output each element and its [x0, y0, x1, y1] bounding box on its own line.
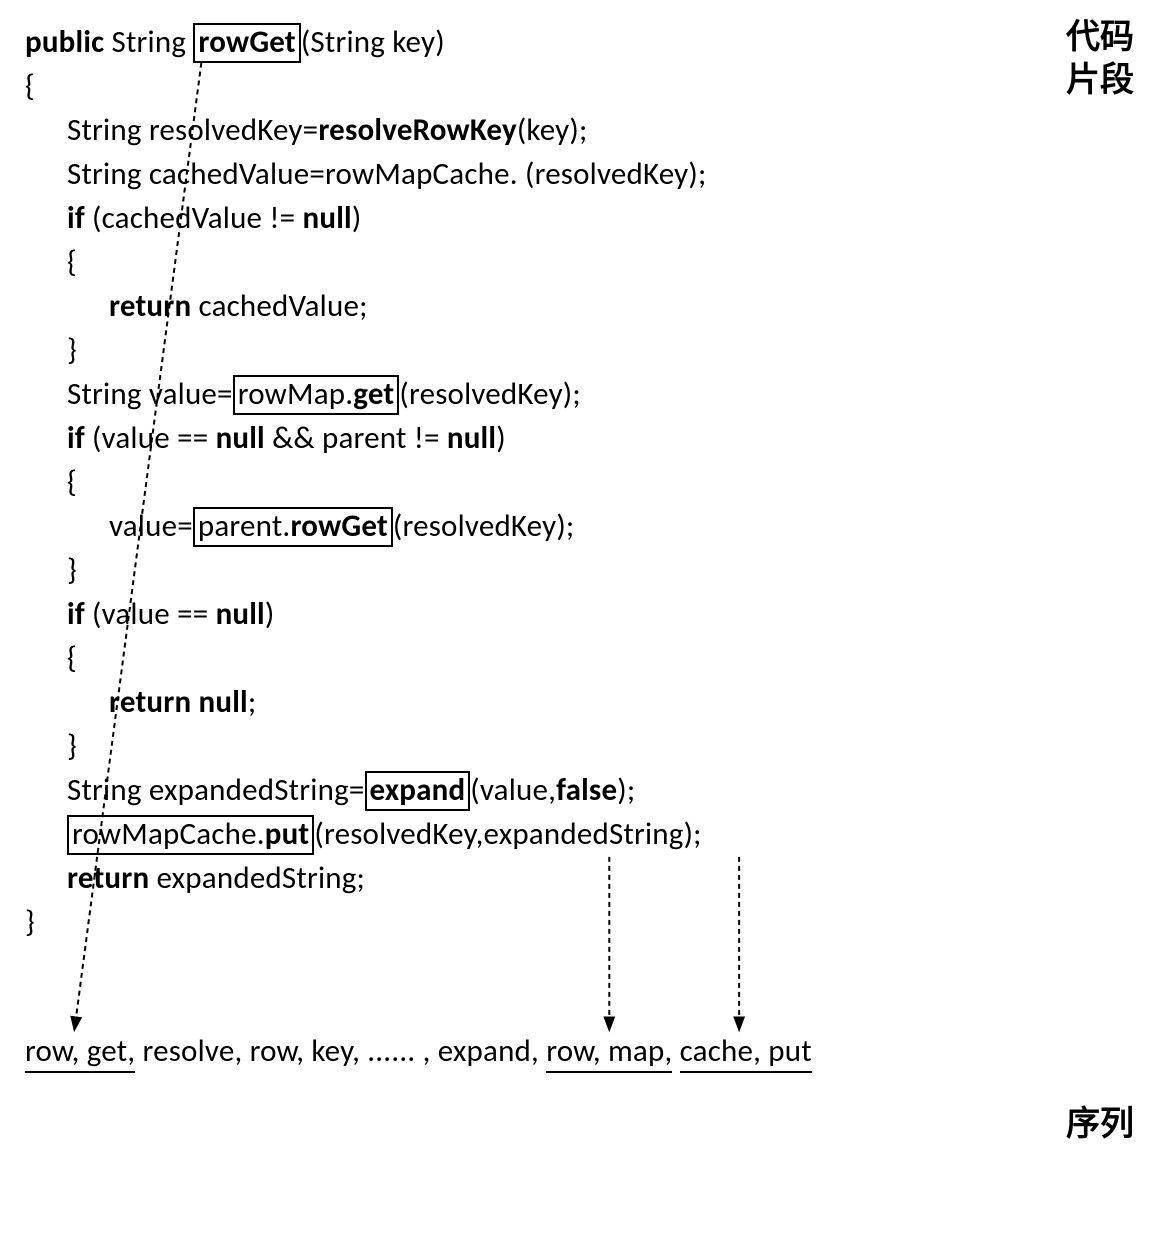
code-line-8: }	[25, 328, 1134, 372]
code-line-2: {	[25, 64, 1134, 108]
code-block: public String rowGet(String key) { Strin…	[25, 20, 1134, 944]
boxed-parent-rowget: parent.rowGet	[193, 507, 393, 547]
seq-seg-rowmap: row, map,	[546, 1032, 672, 1073]
code-line-3: String resolvedKey=resolveRowKey(key);	[25, 108, 1134, 152]
code-line-13: }	[25, 548, 1134, 592]
code-line-9: String value=rowMap.get(resolvedKey);	[25, 372, 1134, 416]
code-line-12: value=parent.rowGet(resolvedKey);	[25, 504, 1134, 548]
code-line-6: {	[25, 240, 1134, 284]
boxed-rowget: rowGet	[193, 23, 300, 63]
code-line-21: }	[25, 900, 1134, 944]
seq-seg-rowget: row, get,	[25, 1032, 135, 1073]
code-line-16: return null;	[25, 680, 1134, 724]
code-line-15: {	[25, 636, 1134, 680]
boxed-rowmap-get: rowMap.get	[233, 375, 400, 415]
code-line-4: String cachedValue=rowMapCache. (resolve…	[25, 152, 1134, 196]
boxed-rowmapcache-put: rowMapCache.put	[67, 815, 314, 855]
seq-seg-cacheput: cache, put	[680, 1032, 812, 1073]
code-line-11: {	[25, 460, 1134, 504]
boxed-expand: expand	[365, 771, 471, 811]
code-line-5: if (cachedValue != null)	[25, 196, 1134, 240]
code-line-20: return expandedString;	[25, 856, 1134, 900]
code-line-19: rowMapCache.put(resolvedKey,expandedStri…	[25, 812, 1134, 856]
code-snippet-label: 代码 片段	[1066, 16, 1134, 101]
sequence-output: row, get, resolve, row, key, ...... , ex…	[25, 1029, 1134, 1073]
code-line-17: }	[25, 724, 1134, 768]
code-line-18: String expandedString=expand(value,false…	[25, 768, 1134, 812]
code-line-1: public String rowGet(String key)	[25, 20, 1134, 64]
sequence-label: 序列	[1066, 1100, 1134, 1148]
code-line-14: if (value == null)	[25, 592, 1134, 636]
code-line-7: return cachedValue;	[25, 284, 1134, 328]
code-line-10: if (value == null && parent != null)	[25, 416, 1134, 460]
